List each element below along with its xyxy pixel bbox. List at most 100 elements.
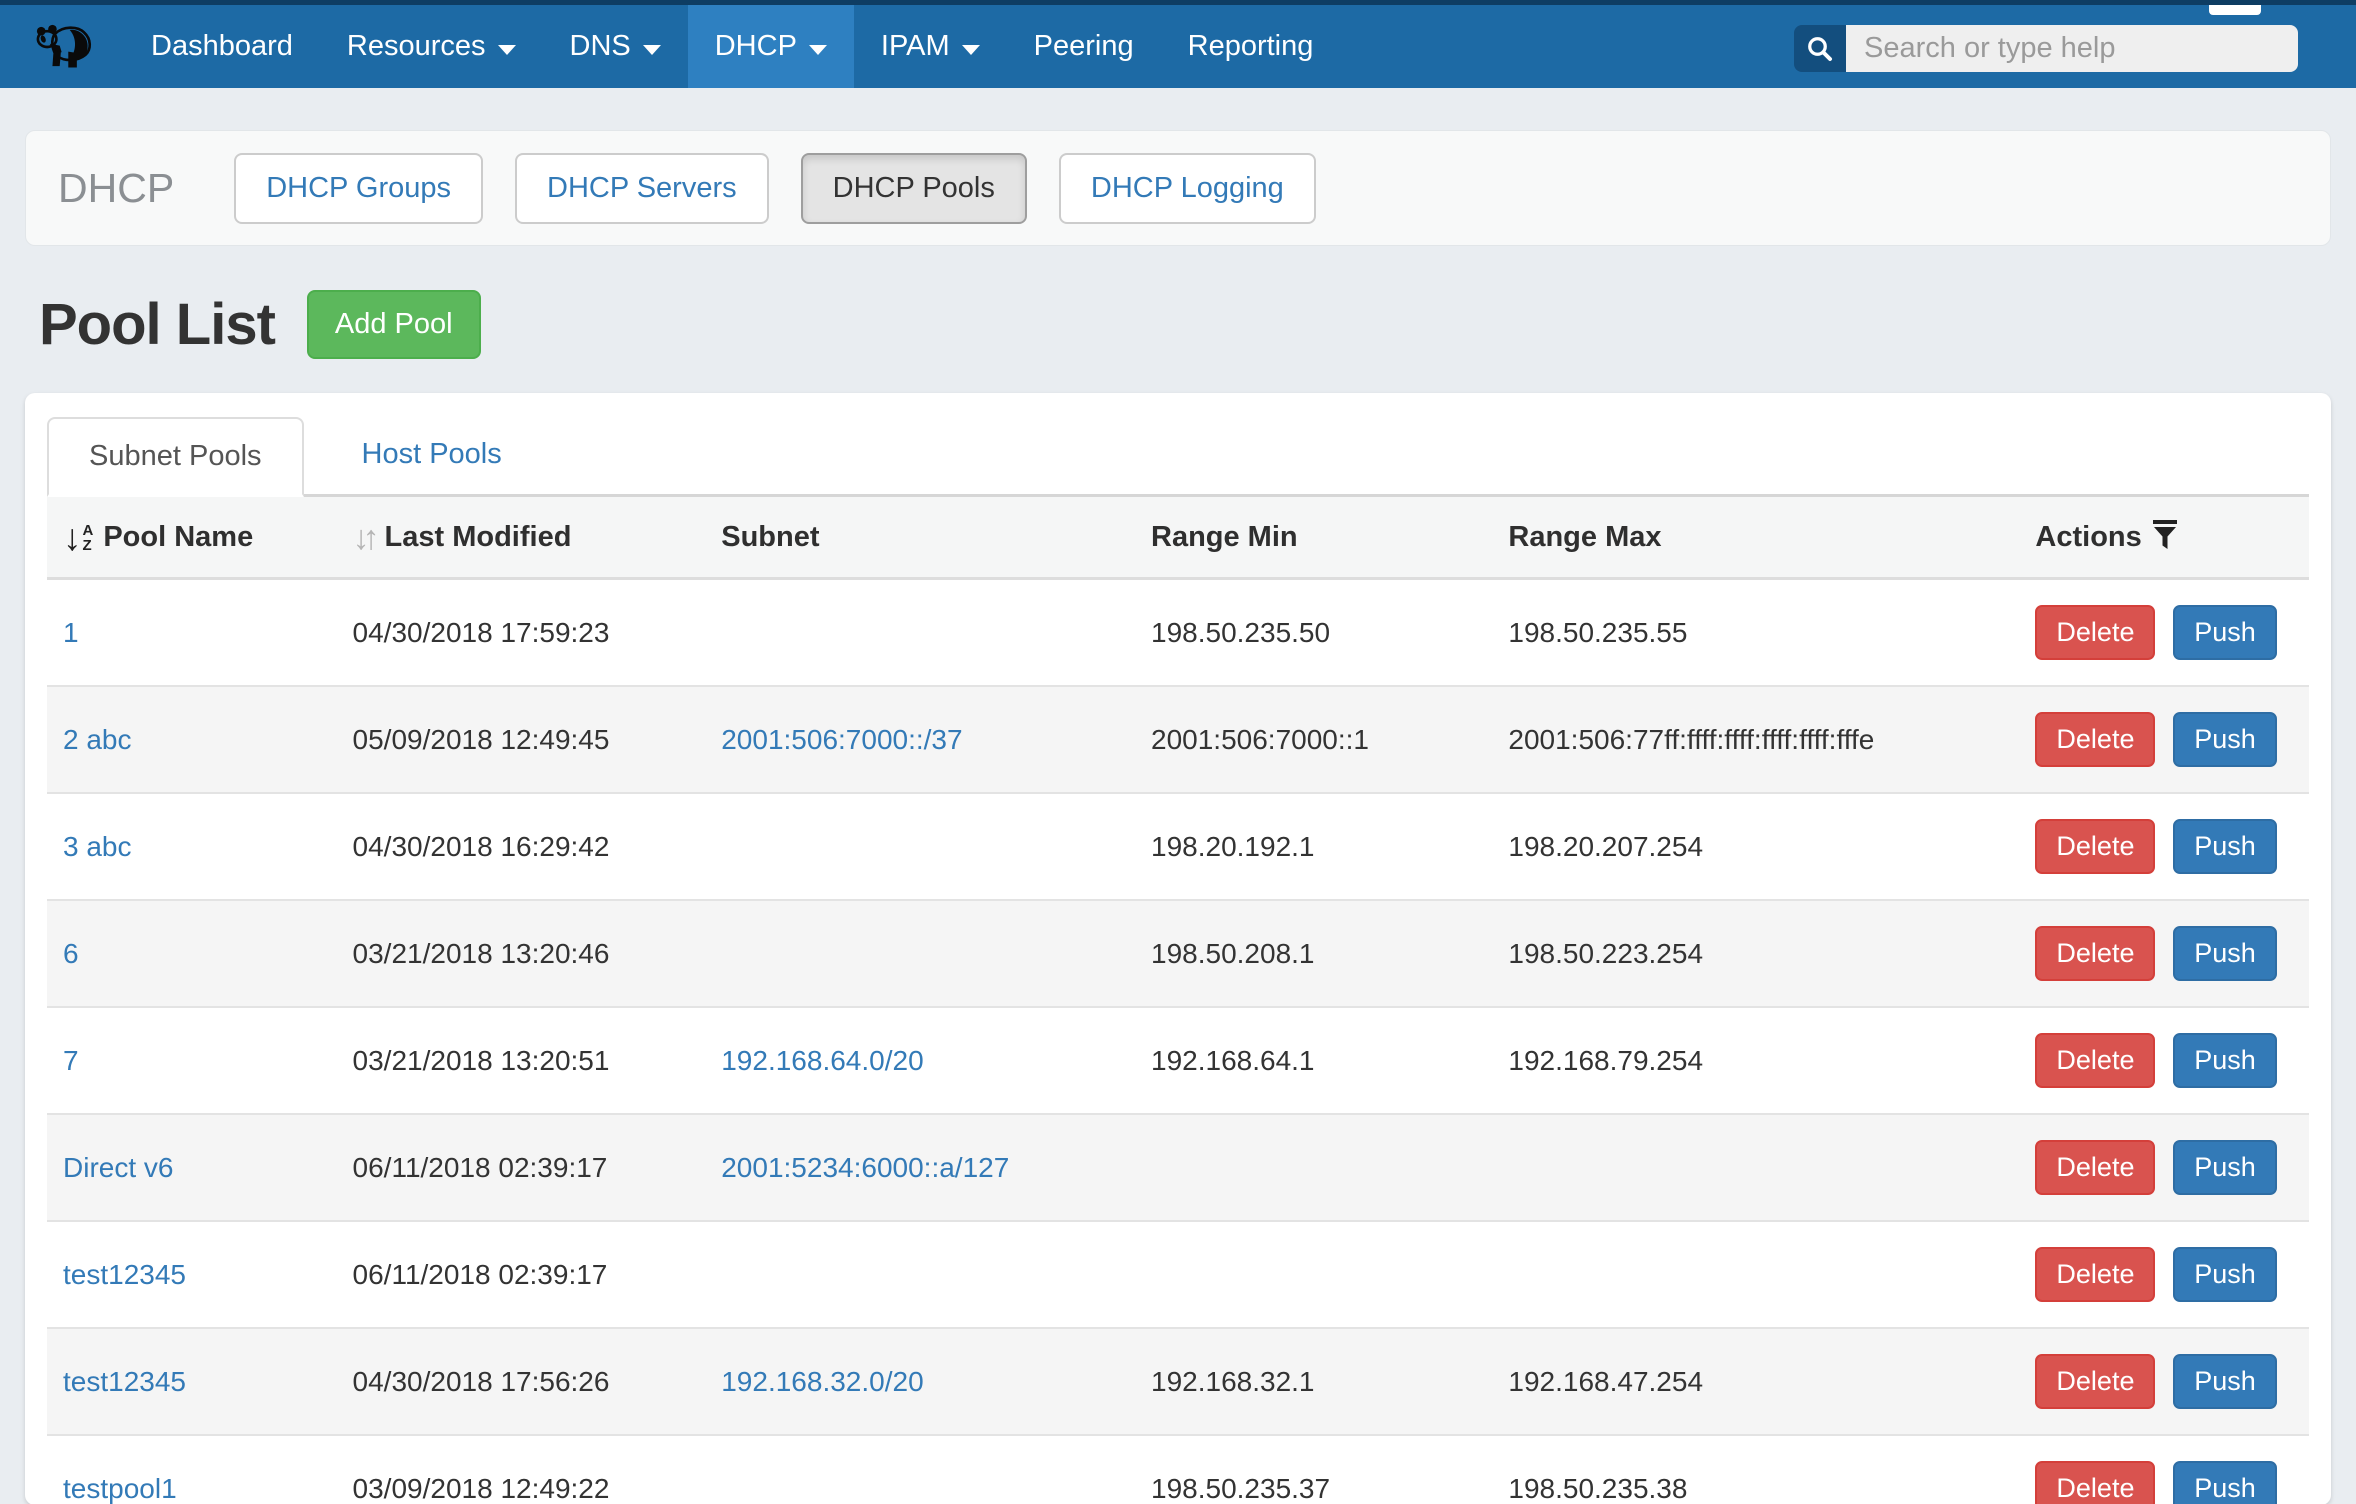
add-pool-button[interactable]: Add Pool <box>307 290 481 359</box>
dhcp-pools-button[interactable]: DHCP Pools <box>801 153 1027 224</box>
actions-cell: Delete Push <box>2019 900 2309 1007</box>
last-modified-cell: 06/11/2018 02:39:17 <box>337 1114 706 1221</box>
actions-cell: Delete Push <box>2019 686 2309 793</box>
pool-name-cell: 6 <box>47 900 337 1007</box>
table-row: Direct v6 06/11/2018 02:39:17 2001:5234:… <box>47 1114 2309 1221</box>
last-modified-cell: 03/21/2018 13:20:51 <box>337 1007 706 1114</box>
subnet-cell <box>705 1221 1135 1328</box>
subnet-link[interactable]: 2001:506:7000::/37 <box>721 724 962 755</box>
delete-button[interactable]: Delete <box>2035 926 2155 981</box>
nav-label: DNS <box>570 30 631 63</box>
pool-name-cell: test12345 <box>47 1221 337 1328</box>
delete-button[interactable]: Delete <box>2035 1461 2155 1504</box>
push-button[interactable]: Push <box>2173 926 2277 981</box>
push-button[interactable]: Push <box>2173 1247 2277 1302</box>
table-row: 3 abc 04/30/2018 16:29:42 198.20.192.1 1… <box>47 793 2309 900</box>
delete-button[interactable]: Delete <box>2035 1354 2155 1409</box>
subnet-link[interactable]: 2001:5234:6000::a/127 <box>721 1152 1009 1183</box>
nav-item-dhcp[interactable]: DHCP <box>688 5 854 88</box>
range-min-cell <box>1135 1114 1492 1221</box>
range-max-cell: 198.50.235.38 <box>1492 1435 2019 1504</box>
delete-button[interactable]: Delete <box>2035 605 2155 660</box>
column-header-pool-name[interactable]: ↓AZPool Name <box>47 497 337 579</box>
nav-label: IPAM <box>881 30 950 63</box>
actions-cell: Delete Push <box>2019 1007 2309 1114</box>
table-row: 1 04/30/2018 17:59:23 198.50.235.50 198.… <box>47 579 2309 687</box>
global-search <box>1794 25 2298 72</box>
delete-button[interactable]: Delete <box>2035 819 2155 874</box>
sort-alpha-desc-icon[interactable]: ↓AZ <box>63 523 93 553</box>
subnet-link[interactable]: 192.168.32.0/20 <box>721 1366 923 1397</box>
panda-logo[interactable] <box>0 5 124 88</box>
column-label: Range Min <box>1151 521 1298 553</box>
table-row: testpool1 03/09/2018 12:49:22 198.50.235… <box>47 1435 2309 1504</box>
range-min-cell: 2001:506:7000::1 <box>1135 686 1492 793</box>
page-title: Pool List <box>39 291 275 358</box>
push-button[interactable]: Push <box>2173 712 2277 767</box>
pool-name-link[interactable]: test12345 <box>63 1259 186 1290</box>
sort-updown-icon[interactable]: ↓↑ <box>353 519 373 557</box>
push-button[interactable]: Push <box>2173 1033 2277 1088</box>
nav-item-resources[interactable]: Resources <box>320 5 543 88</box>
delete-button[interactable]: Delete <box>2035 1247 2155 1302</box>
dhcp-servers-button[interactable]: DHCP Servers <box>515 153 769 224</box>
delete-button[interactable]: Delete <box>2035 1033 2155 1088</box>
column-header-range-min[interactable]: Range Min <box>1135 497 1492 579</box>
nav-label: DHCP <box>715 30 797 63</box>
pool-name-link[interactable]: testpool1 <box>63 1473 177 1504</box>
nav-label: Resources <box>347 30 486 63</box>
nav-item-peering[interactable]: Peering <box>1007 5 1161 88</box>
actions-cell: Delete Push <box>2019 1435 2309 1504</box>
last-modified-cell: 05/09/2018 12:49:45 <box>337 686 706 793</box>
actions-cell: Delete Push <box>2019 1221 2309 1328</box>
actions-cell: Delete Push <box>2019 579 2309 687</box>
nav-item-dns[interactable]: DNS <box>543 5 688 88</box>
search-icon[interactable] <box>1794 25 1846 72</box>
subnet-link[interactable]: 192.168.64.0/20 <box>721 1045 923 1076</box>
range-min-cell: 198.50.235.50 <box>1135 579 1492 687</box>
column-header-actions[interactable]: Actions <box>2019 497 2309 579</box>
pool-name-link[interactable]: Direct v6 <box>63 1152 173 1183</box>
search-input[interactable] <box>1846 25 2298 72</box>
pool-name-link[interactable]: 7 <box>63 1045 79 1076</box>
delete-button[interactable]: Delete <box>2035 1140 2155 1195</box>
push-button[interactable]: Push <box>2173 1461 2277 1504</box>
dhcp-groups-button[interactable]: DHCP Groups <box>234 153 483 224</box>
subnet-cell: 192.168.64.0/20 <box>705 1007 1135 1114</box>
nav-item-dashboard[interactable]: Dashboard <box>124 5 320 88</box>
pool-name-cell: Direct v6 <box>47 1114 337 1221</box>
subnet-cell <box>705 579 1135 687</box>
push-button[interactable]: Push <box>2173 1354 2277 1409</box>
push-button[interactable]: Push <box>2173 605 2277 660</box>
pool-name-link[interactable]: test12345 <box>63 1366 186 1397</box>
range-max-cell: 198.50.223.254 <box>1492 900 2019 1007</box>
subnet-cell: 2001:506:7000::/37 <box>705 686 1135 793</box>
nav-item-ipam[interactable]: IPAM <box>854 5 1007 88</box>
push-button[interactable]: Push <box>2173 819 2277 874</box>
pool-name-link[interactable]: 2 abc <box>63 724 132 755</box>
pool-name-cell: testpool1 <box>47 1435 337 1504</box>
range-min-cell: 192.168.64.1 <box>1135 1007 1492 1114</box>
range-max-cell: 198.50.235.55 <box>1492 579 2019 687</box>
pool-list-panel: Subnet Pools Host Pools ↓AZPool Name ↓↑L… <box>25 393 2331 1504</box>
push-button[interactable]: Push <box>2173 1140 2277 1195</box>
pool-name-link[interactable]: 1 <box>63 617 79 648</box>
pool-name-link[interactable]: 6 <box>63 938 79 969</box>
pool-name-cell: 2 abc <box>47 686 337 793</box>
nav-item-reporting[interactable]: Reporting <box>1161 5 1341 88</box>
tab-host-pools[interactable]: Host Pools <box>322 417 542 497</box>
filter-funnel-icon[interactable] <box>2152 520 2178 550</box>
column-header-last-modified[interactable]: ↓↑Last Modified <box>337 497 706 579</box>
delete-button[interactable]: Delete <box>2035 712 2155 767</box>
pool-name-cell: 7 <box>47 1007 337 1114</box>
range-max-cell <box>1492 1221 2019 1328</box>
column-header-subnet[interactable]: Subnet <box>705 497 1135 579</box>
pool-name-link[interactable]: 3 abc <box>63 831 132 862</box>
section-label: DHCP <box>58 165 174 212</box>
chevron-down-icon <box>498 45 516 55</box>
column-header-range-max[interactable]: Range Max <box>1492 497 2019 579</box>
dhcp-logging-button[interactable]: DHCP Logging <box>1059 153 1316 224</box>
nav-label: Peering <box>1034 30 1134 63</box>
subnet-cell <box>705 793 1135 900</box>
tab-subnet-pools[interactable]: Subnet Pools <box>47 417 304 497</box>
